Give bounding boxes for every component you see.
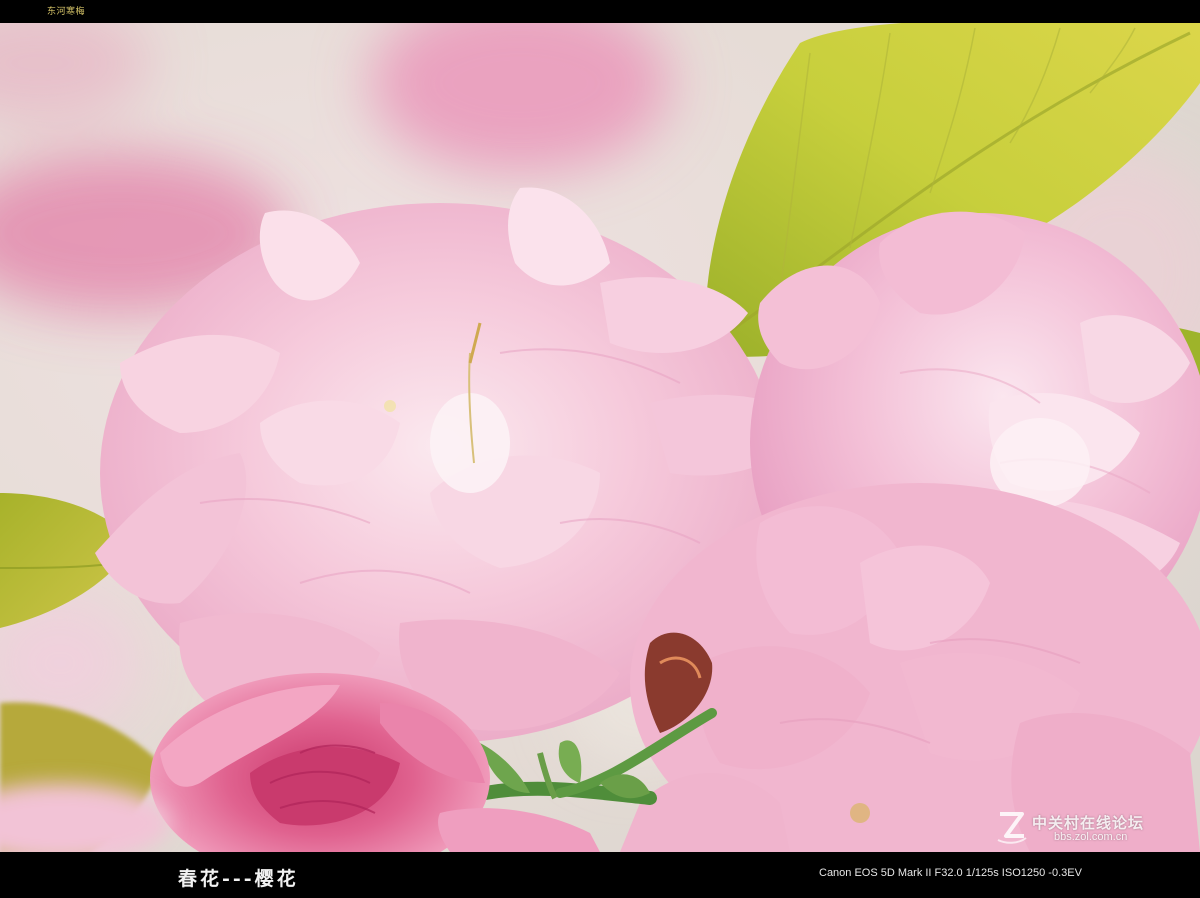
author-signature: 东河寒梅 — [47, 7, 86, 17]
photo-caption: 春花---樱花 — [178, 868, 299, 890]
camera-exif-info: Canon EOS 5D Mark II F32.0 1/125s ISO125… — [819, 867, 1082, 879]
cherry-blossom-photo — [0, 23, 1200, 852]
bottom-border-bar: 春花---樱花 Canon EOS 5D Mark II F32.0 1/125… — [0, 852, 1200, 898]
top-border-bar: 东河寒梅 — [0, 0, 1200, 23]
photo-frame: 东河寒梅 中关村在线论坛 bbs.zol.com.cn 春花---樱花 Cano… — [0, 0, 1200, 898]
